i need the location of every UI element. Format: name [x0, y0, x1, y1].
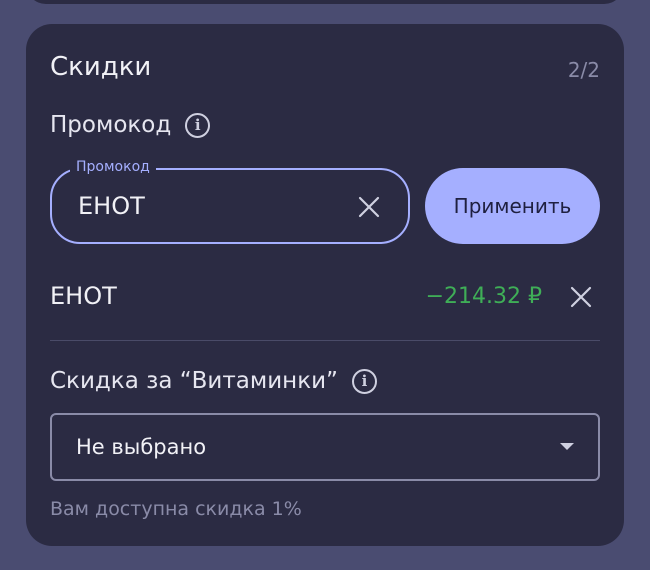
- step-counter: 2/2: [567, 58, 600, 82]
- apply-button[interactable]: Применить: [425, 168, 600, 244]
- promo-section-label: Промокод i: [50, 112, 211, 138]
- applied-promo-amount: −214.32 ₽: [425, 284, 542, 309]
- remove-promo-icon[interactable]: [570, 286, 592, 308]
- clear-promo-icon[interactable]: [356, 194, 382, 220]
- promo-code-input[interactable]: ЕНОТ: [78, 192, 145, 220]
- vitamin-section-label-text: Скидка за “Витаминки”: [50, 368, 338, 394]
- applied-promo-name: ЕНОТ: [50, 282, 117, 310]
- select-value: Не выбрано: [76, 435, 207, 459]
- card-title: Скидки: [50, 52, 152, 82]
- promo-info-icon[interactable]: i: [185, 112, 211, 138]
- promo-field-legend: Промокод: [70, 159, 156, 175]
- previous-card: [26, 0, 624, 4]
- divider: [50, 340, 600, 341]
- vitamin-info-icon[interactable]: i: [351, 368, 377, 394]
- discount-hint: Вам доступна скидка 1%: [50, 498, 302, 520]
- promo-section-label-text: Промокод: [50, 112, 172, 138]
- caret-down-icon: [560, 443, 574, 450]
- promo-code-field[interactable]: Промокод ЕНОТ: [50, 159, 410, 244]
- discounts-card: Скидки 2/2 Промокод i Промокод ЕНОТ Прим…: [26, 24, 624, 546]
- vitamin-section-label: Скидка за “Витаминки” i: [50, 368, 377, 394]
- vitamin-discount-select[interactable]: Не выбрано: [50, 413, 600, 481]
